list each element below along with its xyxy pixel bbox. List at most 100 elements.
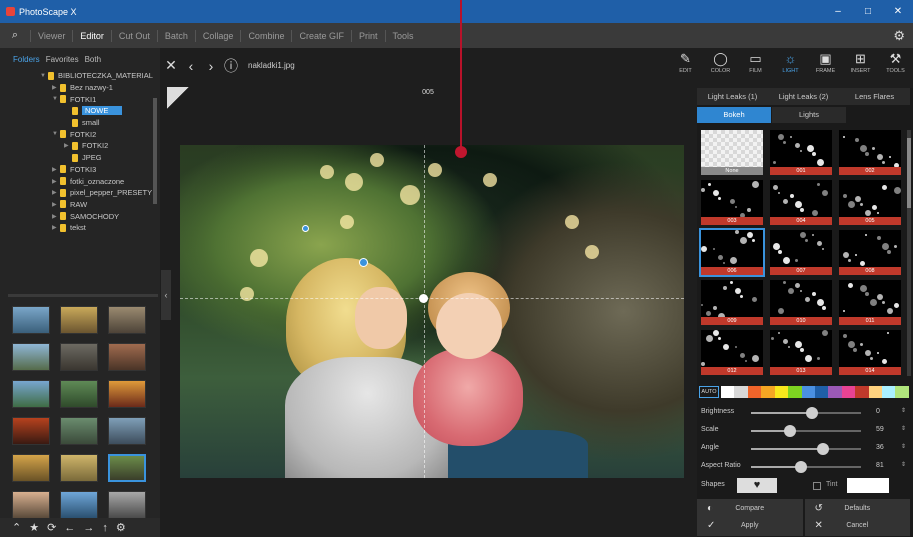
tool-film[interactable]: ▭ FILM	[738, 48, 773, 84]
tree-item[interactable]: ▼ FOTKI1	[8, 93, 158, 105]
tree-item[interactable]: JPEG	[8, 152, 158, 164]
photo-thumbnail[interactable]	[12, 343, 50, 371]
tree-item[interactable]: ▶ FOTKI3	[8, 164, 158, 176]
apply-button[interactable]: ✓ Apply	[697, 516, 803, 536]
search-icon[interactable]: ⌕	[0, 29, 30, 42]
expanded-arrow-icon[interactable]: ▼	[52, 96, 60, 102]
menu-editor[interactable]: Editor	[72, 29, 111, 42]
tree-item[interactable]: ▶ pixel_pepper_PRESETY	[8, 187, 158, 199]
photo-thumbnail[interactable]	[108, 306, 146, 334]
collapsed-arrow-icon[interactable]: ▶	[52, 213, 60, 220]
heart-shape-button[interactable]: ♥	[737, 478, 777, 493]
tree-item[interactable]: ▶ fotki_oznaczone	[8, 175, 158, 187]
tree-scrollbar[interactable]	[153, 98, 157, 204]
collapsed-arrow-icon[interactable]: ▶	[52, 224, 60, 231]
spin-arrows-icon[interactable]: ⇕	[901, 461, 906, 468]
grid-scrollbar[interactable]	[907, 130, 911, 376]
bokeh-preset[interactable]: 010	[770, 280, 832, 325]
photo-thumbnail[interactable]	[108, 380, 146, 408]
tool-edit[interactable]: ✎ EDIT	[668, 48, 703, 84]
menu-tools[interactable]: Tools	[384, 29, 421, 42]
up-chevron-icon[interactable]: ⌃	[12, 521, 21, 534]
up-arrow-icon[interactable]: ↑	[102, 522, 108, 534]
bokeh-preset[interactable]: 006	[699, 228, 765, 277]
slider-track[interactable]	[751, 461, 861, 473]
photo-thumbnail[interactable]	[60, 343, 98, 371]
spin-arrows-icon[interactable]: ⇕	[901, 407, 906, 414]
bokeh-preset[interactable]: 014	[839, 330, 901, 375]
bokeh-preset[interactable]: 001	[770, 130, 832, 175]
tab-lens-flares[interactable]: Lens Flares	[839, 88, 910, 105]
center-handle[interactable]	[419, 294, 428, 303]
color-swatch[interactable]	[895, 386, 909, 398]
spin-arrows-icon[interactable]: ⇕	[901, 425, 906, 432]
tab-light-leaks-1[interactable]: Light Leaks (1)	[697, 88, 768, 105]
photo-thumbnail[interactable]	[60, 380, 98, 408]
photo-thumbnail[interactable]	[60, 306, 98, 334]
color-swatch[interactable]	[721, 386, 735, 398]
tab-lights[interactable]: Lights	[772, 107, 846, 123]
slider-track[interactable]	[751, 425, 861, 437]
spin-arrows-icon[interactable]: ⇕	[901, 443, 906, 450]
slider-knob[interactable]	[805, 407, 818, 419]
tree-item[interactable]: ▶ tekst	[8, 222, 158, 234]
photo-thumbnail[interactable]	[12, 380, 50, 408]
tree-item[interactable]: ▶ SAMOCHODY	[8, 210, 158, 222]
slider-track[interactable]	[751, 443, 861, 455]
cancel-button[interactable]: ✕ Cancel	[804, 516, 910, 536]
tree-item[interactable]: NOWE	[8, 105, 158, 117]
tree-item[interactable]: ▶ FOTKI2	[8, 140, 158, 152]
collapsed-arrow-icon[interactable]: ▶	[52, 166, 60, 173]
collapsed-arrow-icon[interactable]: ▶	[52, 178, 60, 185]
collapsed-arrow-icon[interactable]: ▶	[52, 84, 60, 91]
tool-light[interactable]: ☼ LIGHT	[773, 48, 808, 84]
maximize-button[interactable]: □	[853, 0, 883, 23]
bokeh-preset[interactable]: 007	[770, 230, 832, 275]
collapsed-arrow-icon[interactable]: ▶	[52, 201, 60, 208]
edited-photo[interactable]	[180, 145, 684, 478]
tool-insert[interactable]: ⊞ INSERT	[843, 48, 878, 84]
tab-folders[interactable]: Folders	[13, 55, 40, 64]
settings-icon[interactable]: ⚙	[116, 521, 126, 534]
bokeh-preset[interactable]: 013	[770, 330, 832, 375]
tint-checkbox[interactable]	[813, 482, 821, 490]
photo-thumbnail[interactable]	[108, 343, 146, 371]
color-swatch[interactable]	[774, 386, 789, 398]
color-swatch[interactable]	[841, 386, 856, 398]
color-swatch[interactable]	[868, 386, 883, 398]
tab-favorites[interactable]: Favorites	[46, 55, 79, 64]
menu-collage[interactable]: Collage	[194, 29, 241, 42]
color-swatch[interactable]	[814, 386, 829, 398]
collapse-panel-button[interactable]: ‹	[161, 270, 171, 320]
panel-divider[interactable]	[8, 294, 158, 297]
color-swatch[interactable]	[788, 386, 802, 398]
tab-both[interactable]: Both	[85, 55, 101, 64]
refresh-icon[interactable]: ⟳	[47, 521, 56, 534]
color-swatch[interactable]	[828, 386, 842, 398]
color-swatch[interactable]	[761, 386, 775, 398]
bokeh-preset[interactable]: 009	[701, 280, 763, 325]
tree-item[interactable]: small	[8, 117, 158, 129]
minimize-button[interactable]: –	[823, 0, 853, 23]
bokeh-preset[interactable]: 003	[701, 180, 763, 225]
tree-item[interactable]: ▶ Bez nazwy-1	[8, 82, 158, 94]
bokeh-preset[interactable]: 002	[839, 130, 901, 175]
photo-thumbnail[interactable]	[60, 417, 98, 445]
photo-thumbnail[interactable]	[12, 306, 50, 334]
color-swatch[interactable]	[801, 386, 815, 398]
forward-arrow-icon[interactable]: →	[83, 522, 94, 534]
auto-color-button[interactable]: AUTO	[699, 386, 719, 398]
slider-knob[interactable]	[816, 443, 829, 455]
color-swatch[interactable]	[747, 386, 762, 398]
tab-light-leaks-2[interactable]: Light Leaks (2)	[768, 88, 839, 105]
tool-color[interactable]: ◯ COLOR	[703, 48, 738, 84]
close-window-button[interactable]: ✕	[883, 0, 913, 23]
collapsed-arrow-icon[interactable]: ▶	[52, 189, 60, 196]
bokeh-preset[interactable]: 008	[839, 230, 901, 275]
photo-thumbnail[interactable]	[60, 454, 98, 482]
tool-frame[interactable]: ▣ FRAME	[808, 48, 843, 84]
move-handle[interactable]	[359, 258, 368, 267]
color-swatch[interactable]	[734, 386, 748, 398]
collapsed-arrow-icon[interactable]: ▶	[64, 142, 72, 149]
scrollbar-thumb[interactable]	[907, 138, 911, 208]
